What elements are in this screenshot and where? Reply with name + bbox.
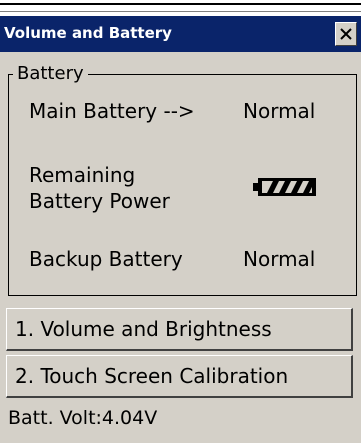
close-button[interactable] (335, 22, 357, 46)
volume-battery-window: Volume and Battery Battery Main Battery … (0, 16, 361, 443)
window-title: Volume and Battery (4, 24, 172, 42)
remaining-label-line2: Battery Power (29, 189, 170, 213)
top-edge-line (0, 0, 361, 12)
battery-full-icon (253, 177, 317, 201)
battery-voltage-status: Batt. Volt:4.04V (8, 407, 158, 429)
backup-battery-value: Normal (243, 247, 316, 271)
battery-group-label: Battery (13, 63, 88, 84)
title-bar: Volume and Battery (0, 16, 361, 52)
backup-battery-label: Backup Battery (29, 247, 183, 271)
remaining-label-line1: Remaining (29, 163, 136, 187)
battery-groupbox: Battery Main Battery --> Normal Remainin… (8, 63, 357, 296)
main-battery-label: Main Battery --> (29, 99, 195, 123)
touch-calibration-button[interactable]: 2. Touch Screen Calibration (6, 355, 353, 398)
main-battery-value: Normal (243, 99, 316, 123)
volume-brightness-button[interactable]: 1. Volume and Brightness (6, 308, 353, 351)
close-icon (340, 28, 352, 40)
